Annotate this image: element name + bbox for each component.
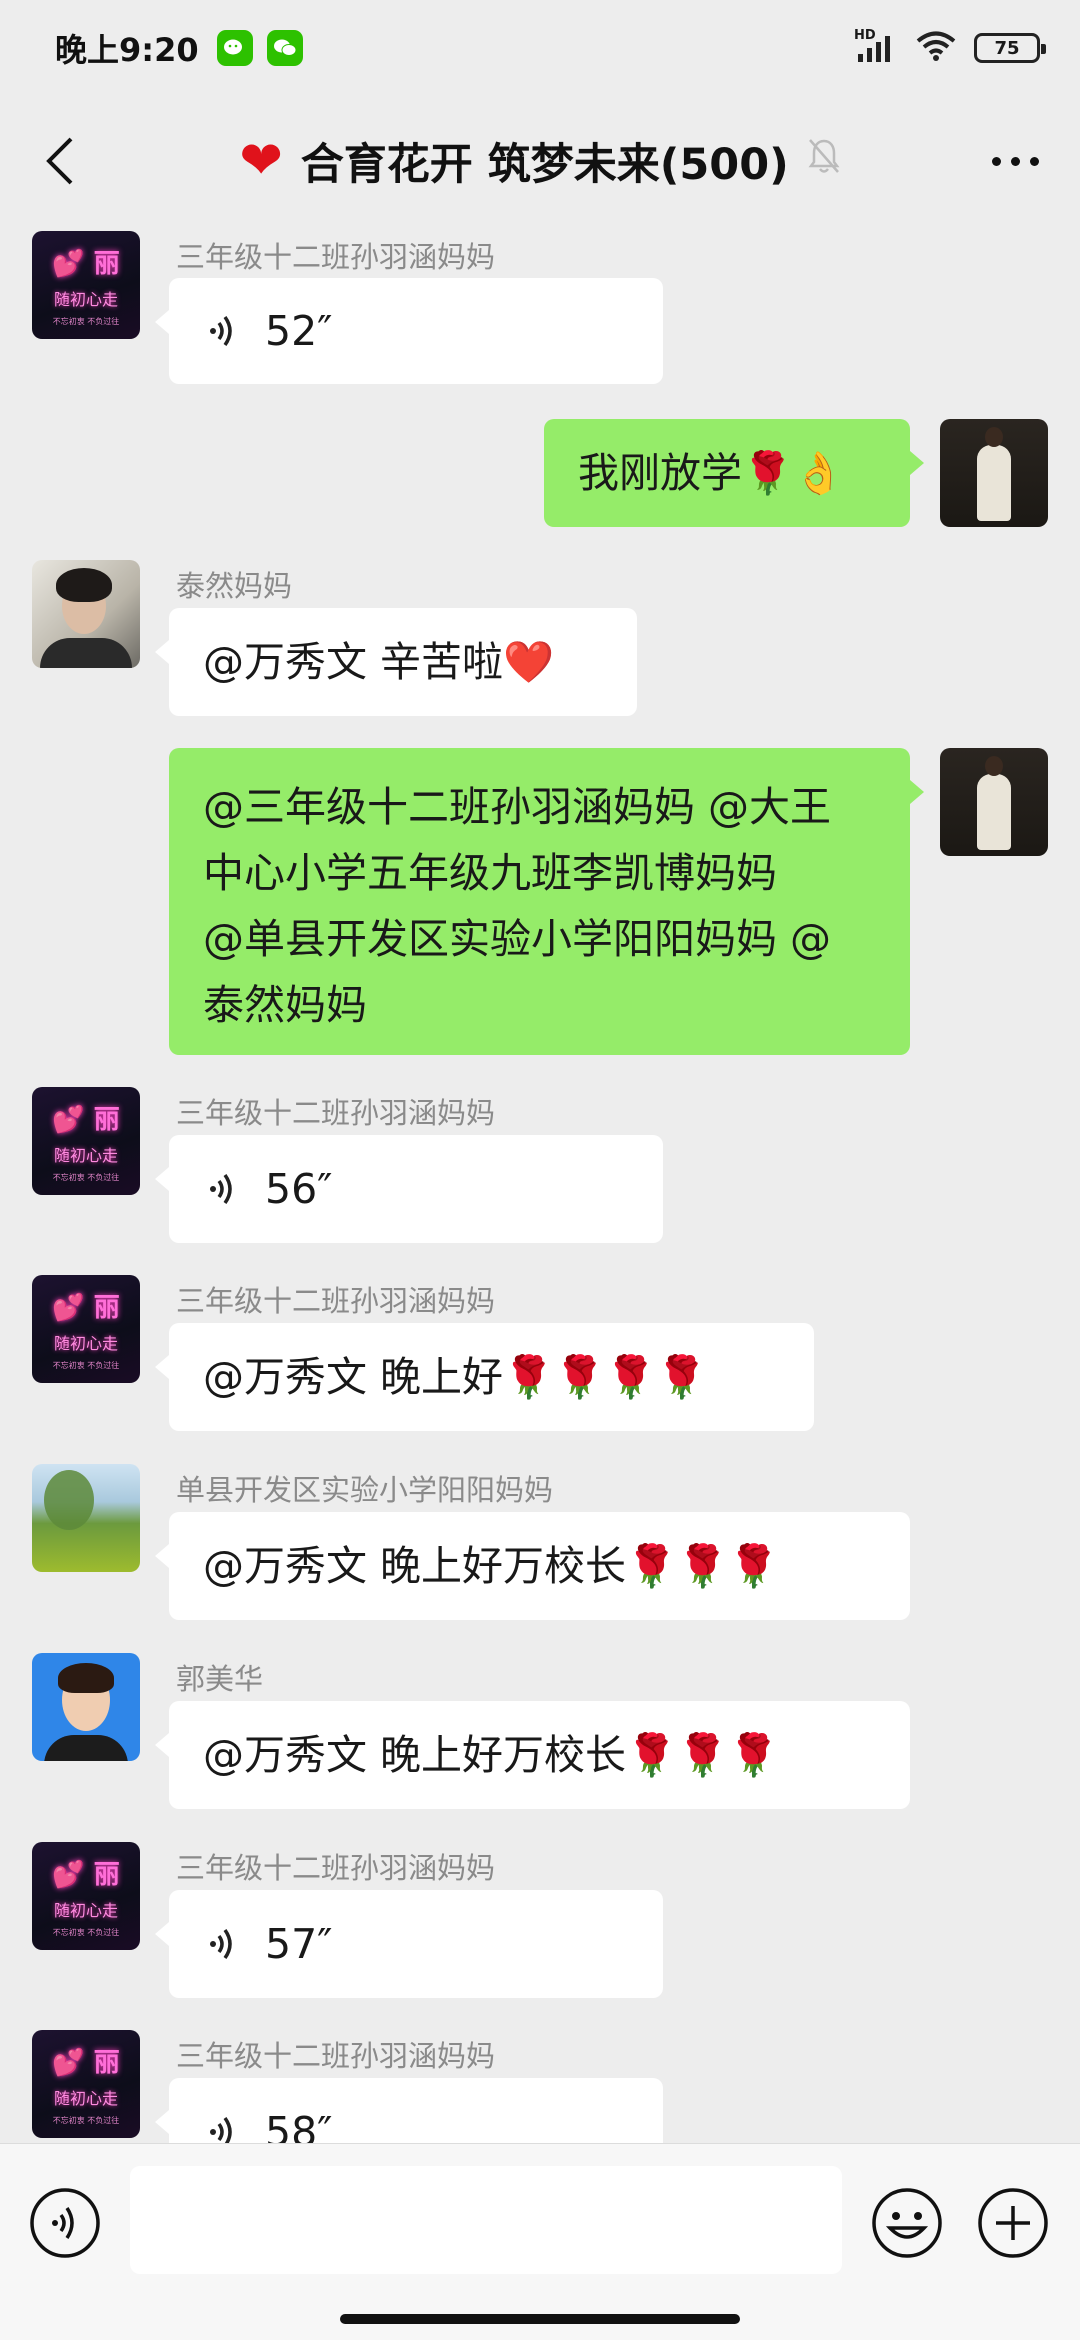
message-item: 泰然妈妈 @万秀文 辛苦啦❤️: [0, 560, 1080, 716]
wechat-notification-icon: [266, 30, 303, 66]
more-dots-icon: [991, 156, 1001, 166]
sender-name: 单县开发区实验小学阳阳妈妈: [176, 1473, 554, 1507]
back-button[interactable]: [30, 128, 90, 194]
message-list[interactable]: 💕 丽 随初心走 不忘初衷 不负过往 三年级十二班孙羽涵妈妈 52″ 我刚放学🌹…: [0, 226, 1080, 2143]
plus-circle-icon: [978, 2188, 1048, 2258]
voice-message-bubble[interactable]: 58″: [155, 2078, 663, 2143]
text-message-bubble[interactable]: @万秀文 晚上好万校长🌹🌹🌹: [155, 1512, 910, 1620]
avatar[interactable]: 💕 丽 随初心走 不忘初衷 不负过往: [32, 1275, 140, 1383]
sender-name: 三年级十二班孙羽涵妈妈: [176, 2039, 496, 2073]
group-name: 合育花开 筑梦未来(500): [300, 140, 789, 190]
sender-name: 三年级十二班孙羽涵妈妈: [176, 1284, 496, 1318]
chevron-left-icon: [46, 137, 73, 185]
avatar[interactable]: [940, 419, 1048, 527]
avatar[interactable]: 💕 丽 随初心走 不忘初衷 不负过往: [32, 231, 140, 339]
input-bar: [0, 2143, 1080, 2340]
sender-name: 三年级十二班孙羽涵妈妈: [176, 1096, 496, 1130]
voice-duration: 52″: [265, 307, 333, 355]
message-text: @万秀文 辛苦啦❤️: [203, 638, 555, 686]
message-item: 单县开发区实验小学阳阳妈妈 @万秀文 晚上好万校长🌹🌹🌹: [0, 1464, 1080, 1620]
status-time: 晚上9:20: [55, 31, 199, 69]
message-input[interactable]: [130, 2166, 842, 2274]
voice-wave-icon: [210, 1928, 232, 1960]
voice-message-bubble[interactable]: 57″: [155, 1890, 663, 1998]
message-text-line: 中心小学五年级九班李凯博妈妈: [203, 849, 777, 897]
message-text-line: @单县开发区实验小学阳阳妈妈 @: [203, 915, 832, 963]
voice-wave-icon: [210, 315, 232, 347]
sender-name: 郭美华: [176, 1662, 264, 1696]
bell-off-icon: [807, 136, 841, 186]
text-message-bubble[interactable]: @万秀文 晚上好🌹🌹🌹🌹: [155, 1323, 814, 1431]
wechat-notification-icon: [216, 30, 253, 66]
avatar[interactable]: [32, 1653, 140, 1761]
voice-message-bubble[interactable]: 52″: [155, 278, 663, 384]
voice-message-bubble[interactable]: 56″: [155, 1135, 663, 1243]
sender-name: 三年级十二班孙羽涵妈妈: [176, 240, 496, 274]
avatar[interactable]: [940, 748, 1048, 856]
status-bar: 晚上9:20 HD 75: [0, 0, 1080, 96]
voice-wave-icon: [30, 2188, 100, 2258]
chat-header: ❤ 合育花开 筑梦未来(500): [0, 96, 1080, 226]
emoji-button[interactable]: [870, 2186, 944, 2260]
battery-indicator: 75: [974, 33, 1046, 63]
avatar[interactable]: 💕 丽 随初心走 不忘初衷 不负过往: [32, 1842, 140, 1950]
text-message-bubble[interactable]: @万秀文 辛苦啦❤️: [155, 608, 637, 716]
voice-wave-icon: [210, 2116, 232, 2143]
voice-duration: 57″: [265, 1920, 333, 1968]
sender-name: 三年级十二班孙羽涵妈妈: [176, 1851, 496, 1885]
message-item: 郭美华 @万秀文 晚上好万校长🌹🌹🌹: [0, 1653, 1080, 1809]
text-message-bubble[interactable]: @万秀文 晚上好万校长🌹🌹🌹: [155, 1701, 910, 1809]
message-text: @万秀文 晚上好万校长🌹🌹🌹: [203, 1731, 780, 1779]
emoji-icon: [872, 2188, 942, 2258]
voice-input-button[interactable]: [28, 2186, 102, 2260]
sender-name: 泰然妈妈: [176, 569, 293, 603]
text-message-bubble[interactable]: @三年级十二班孙羽涵妈妈 @大王 中心小学五年级九班李凯博妈妈 @单县开发区实验…: [169, 748, 924, 1055]
chat-title: ❤ 合育花开 筑梦未来(500): [239, 130, 841, 192]
message-text: @万秀文 晚上好万校长🌹🌹🌹: [203, 1542, 780, 1590]
plus-button[interactable]: [976, 2186, 1050, 2260]
text-message-bubble[interactable]: 我刚放学🌹👌: [544, 419, 924, 527]
avatar[interactable]: [32, 560, 140, 668]
wifi-icon: [916, 30, 956, 66]
message-text: @万秀文 晚上好🌹🌹🌹🌹: [203, 1353, 708, 1401]
heart-icon: ❤: [239, 131, 283, 191]
avatar[interactable]: 💕 丽 随初心走 不忘初衷 不负过往: [32, 2030, 140, 2138]
voice-duration: 56″: [265, 1165, 333, 1213]
message-text-line: 泰然妈妈: [203, 981, 367, 1029]
message-text: 我刚放学🌹👌: [578, 449, 845, 497]
signal-icon: HD: [854, 28, 898, 64]
avatar[interactable]: 💕 丽 随初心走 不忘初衷 不负过往: [32, 1087, 140, 1195]
more-button[interactable]: [980, 136, 1050, 186]
avatar[interactable]: [32, 1464, 140, 1572]
voice-duration: 58″: [265, 2108, 333, 2143]
message-text-line: @三年级十二班孙羽涵妈妈 @大王: [203, 783, 832, 831]
voice-wave-icon: [210, 1173, 232, 1205]
home-indicator[interactable]: [340, 2314, 740, 2324]
